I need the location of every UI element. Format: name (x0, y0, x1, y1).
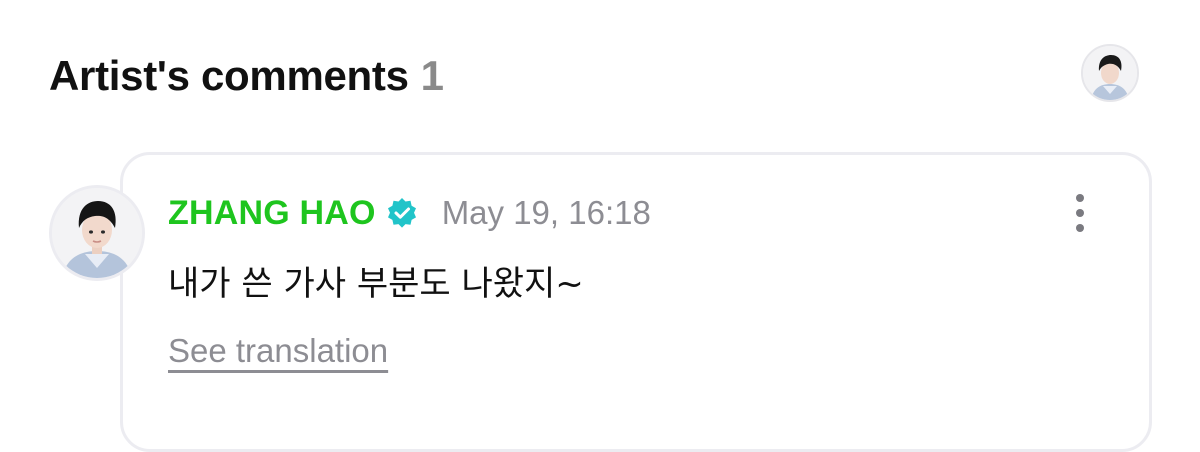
comment-author-avatar[interactable] (49, 185, 145, 281)
verified-badge-icon (386, 197, 418, 229)
section-title: Artist's comments (49, 52, 409, 99)
see-translation-link[interactable]: See translation (168, 332, 388, 370)
avatar-portrait-icon (1083, 46, 1137, 100)
avatar-portrait-icon (52, 188, 142, 278)
comment-timestamp: May 19, 16:18 (441, 194, 651, 231)
section-header: Artist's comments 1 (49, 48, 444, 104)
artist-avatar[interactable] (1081, 44, 1139, 102)
comment-meta: ZHANG HAO May 19, 16:18 (168, 190, 651, 236)
comment-count: 1 (420, 52, 445, 99)
more-options-icon[interactable] (1068, 192, 1092, 234)
author-name[interactable]: ZHANG HAO (168, 194, 376, 233)
comment-text: 내가 쓴 가사 부분도 나왔지~ (168, 264, 584, 304)
